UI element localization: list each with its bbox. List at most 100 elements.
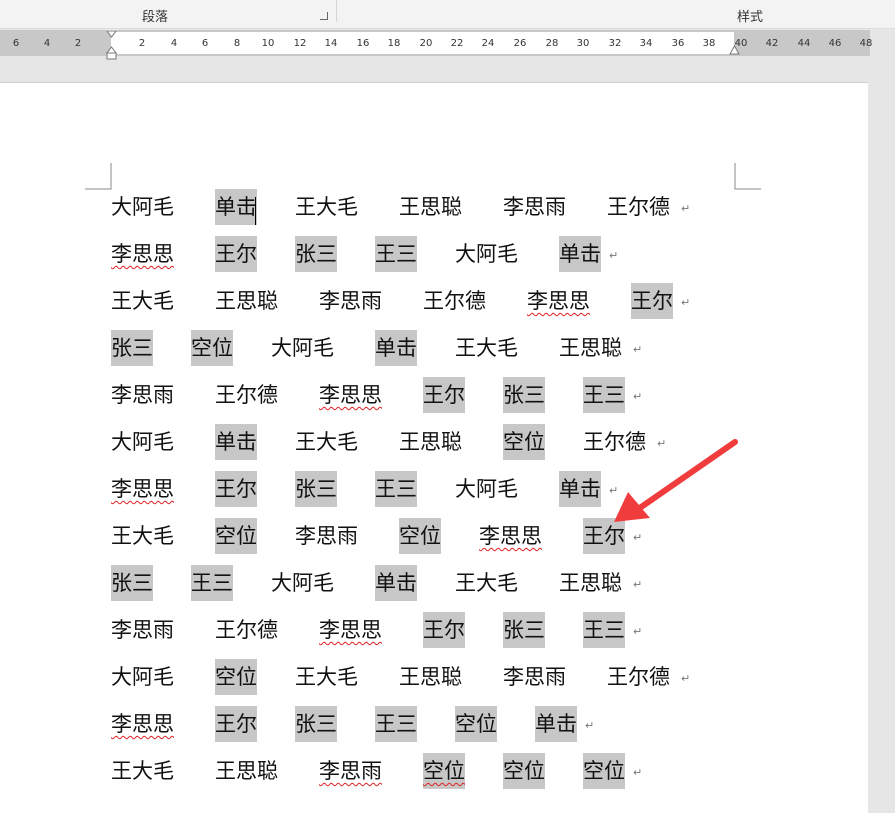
word: 李思雨 — [503, 195, 566, 219]
word: 王大毛 — [111, 759, 174, 783]
word: 李思思 — [111, 242, 174, 266]
paragraph-mark-icon: ↵ — [633, 625, 643, 638]
ruler-tick-label: 44 — [797, 38, 811, 49]
paragraph-group-label: 段落 — [142, 10, 169, 25]
indent-markers-icon[interactable] — [106, 31, 117, 61]
ruler-tick-label: 4 — [170, 38, 178, 49]
paragraph-dialog-launcher-icon[interactable] — [320, 12, 328, 20]
highlighted-word: 王尔 — [423, 377, 465, 413]
group-divider — [336, 0, 337, 22]
highlighted-word: 空位 — [503, 753, 545, 789]
word: 大阿毛 — [455, 242, 518, 266]
word: 王大毛 — [295, 430, 358, 454]
highlighted-word: 单击 — [535, 706, 577, 742]
highlighted-word: 空位 — [423, 753, 465, 789]
word: 王大毛 — [295, 195, 358, 219]
ruler-tick-label: 2 — [138, 38, 146, 49]
word: 李思雨 — [503, 665, 566, 689]
word: 王思聪 — [399, 665, 462, 689]
paragraph-mark-icon: ↵ — [585, 719, 595, 732]
highlighted-word: 张三 — [295, 236, 337, 272]
word: 李思雨 — [111, 383, 174, 407]
highlighted-word: 王尔 — [423, 612, 465, 648]
highlighted-word: 单击 — [215, 424, 257, 460]
word: 王思聪 — [215, 289, 278, 313]
highlighted-word: 单击 — [559, 236, 601, 272]
highlighted-word: 王尔 — [215, 471, 257, 507]
highlighted-word: 空位 — [399, 518, 441, 554]
highlighted-word: 王尔 — [215, 706, 257, 742]
ruler-tick-label: 30 — [576, 38, 590, 49]
word: 王大毛 — [111, 289, 174, 313]
word: 王尔德 — [607, 195, 670, 219]
word: 王尔德 — [423, 289, 486, 313]
word: 李思思 — [319, 383, 382, 407]
ruler-tick-label: 10 — [261, 38, 275, 49]
highlighted-word: 空位 — [215, 659, 257, 695]
word: 李思雨 — [111, 618, 174, 642]
highlighted-word: 张三 — [503, 612, 545, 648]
ruler-tick-label: 6 — [201, 38, 209, 49]
styles-group-label: 样式 — [737, 10, 764, 25]
word: 王大毛 — [295, 665, 358, 689]
paragraph-mark-icon: ↵ — [681, 672, 691, 685]
ruler-tick-label: 42 — [765, 38, 779, 49]
ribbon-bar: 段落 样式 — [0, 0, 895, 29]
paragraph-mark-icon: ↵ — [633, 390, 643, 403]
right-indent-marker-icon[interactable] — [729, 45, 740, 55]
paragraph-mark-icon: ↵ — [633, 578, 643, 591]
highlighted-word: 王三 — [191, 565, 233, 601]
ruler-tick-label: 26 — [513, 38, 527, 49]
paragraph-mark-icon: ↵ — [681, 202, 691, 215]
highlighted-word: 空位 — [503, 424, 545, 460]
ruler-tick-label: 48 — [859, 38, 873, 49]
paragraph-mark-icon: ↵ — [681, 296, 691, 309]
ruler-tick-label: 8 — [233, 38, 241, 49]
word: 大阿毛 — [111, 430, 174, 454]
crop-mark-right-icon — [734, 163, 761, 190]
highlighted-word: 空位 — [583, 753, 625, 789]
highlighted-word: 单击 — [375, 330, 417, 366]
highlighted-word: 张三 — [295, 471, 337, 507]
word: 王大毛 — [111, 524, 174, 548]
ruler-tick-label: 28 — [545, 38, 559, 49]
red-arrow-annotation-icon — [614, 439, 738, 522]
word: 大阿毛 — [455, 477, 518, 501]
word: 王思聪 — [399, 430, 462, 454]
ruler-tick-label: 14 — [324, 38, 338, 49]
ruler-tick-label: 4 — [43, 38, 51, 49]
word: 王大毛 — [455, 571, 518, 595]
highlighted-word: 张三 — [111, 330, 153, 366]
word: 李思思 — [111, 477, 174, 501]
highlighted-word: 空位 — [455, 706, 497, 742]
highlighted-word: 王三 — [375, 236, 417, 272]
word: 李思思 — [111, 712, 174, 736]
word: 王思聪 — [559, 336, 622, 360]
ruler-tick-label: 32 — [608, 38, 622, 49]
highlighted-word: 王三 — [375, 706, 417, 742]
ruler-tick-label: 12 — [293, 38, 307, 49]
highlighted-word: 王三 — [583, 377, 625, 413]
ruler-tick-label: 20 — [419, 38, 433, 49]
highlighted-word: 王尔 — [215, 236, 257, 272]
word: 大阿毛 — [111, 665, 174, 689]
highlighted-word: 张三 — [503, 377, 545, 413]
word: 大阿毛 — [111, 195, 174, 219]
ruler-tick-label: 24 — [481, 38, 495, 49]
ruler-tick-label: 2 — [74, 38, 82, 49]
ruler-tick-label: 6 — [12, 38, 20, 49]
word: 李思雨 — [295, 524, 358, 548]
word: 王尔德 — [607, 665, 670, 689]
highlighted-word: 王尔 — [631, 283, 673, 319]
ruler-tick-label: 18 — [387, 38, 401, 49]
word: 王尔德 — [215, 618, 278, 642]
word: 李思雨 — [319, 289, 382, 313]
highlighted-word: 单击 — [215, 189, 257, 225]
ruler-tick-label: 16 — [356, 38, 370, 49]
word: 大阿毛 — [271, 571, 334, 595]
ruler-end — [870, 30, 895, 56]
highlighted-word: 单击 — [559, 471, 601, 507]
highlighted-word: 张三 — [111, 565, 153, 601]
text-cursor — [255, 197, 256, 225]
highlighted-word: 单击 — [375, 565, 417, 601]
